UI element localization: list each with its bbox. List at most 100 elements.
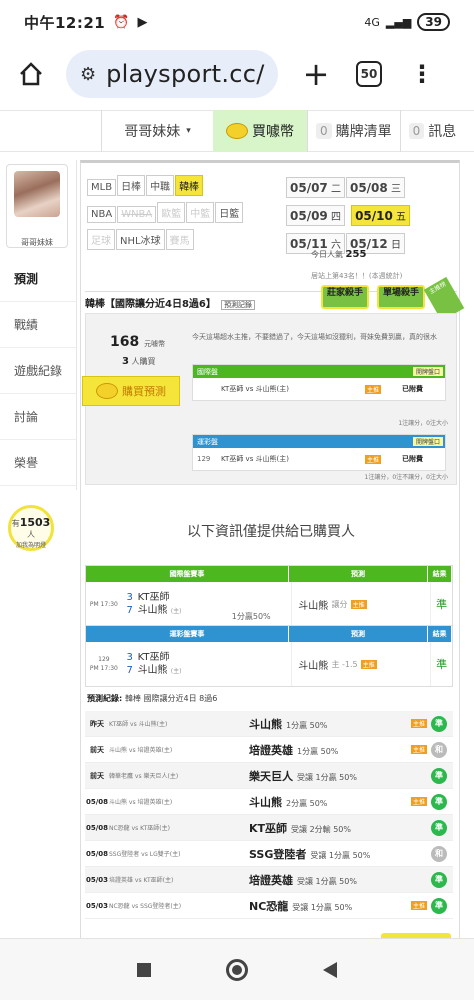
follow-lightbulb[interactable]: 有1503人 加我為明燈	[8, 505, 54, 551]
sidebar-item-predictions[interactable]: 預測	[0, 256, 76, 302]
date-0509[interactable]: 05/09 四	[286, 205, 345, 226]
buy-coins-button[interactable]: 買噱幣	[213, 110, 307, 152]
league-jp-basketball[interactable]: 日籃	[215, 202, 244, 223]
sidebar-item-honors[interactable]: 榮譽	[0, 440, 76, 486]
url-field[interactable]: ⚙ playsport.cc/	[66, 50, 278, 98]
tw-table-header: 運彩盤賽事 預測 結果	[86, 626, 452, 642]
history-game: 斗山熊 vs 培證英雄(主)	[109, 747, 173, 754]
col-pred: 預測	[288, 566, 429, 582]
history-game: NC恐龍 vs SSG登陸者(主)	[109, 903, 182, 910]
pick-cell: 斗山熊 讓分 主推	[291, 582, 430, 626]
user-name: 哥哥妹妹	[124, 124, 181, 140]
history-row[interactable]: 05/08 斗山熊 vs 培證英雄(主) 斗山熊 2分贏 50% 主推準	[85, 789, 453, 815]
message-count: 0	[408, 123, 425, 139]
new-tab-icon[interactable]: +	[298, 55, 334, 93]
history-pick: 斗山熊 1分贏 50%	[249, 716, 409, 732]
home-button-icon[interactable]	[225, 958, 248, 981]
league-horse-racing[interactable]: 賽馬	[165, 229, 194, 250]
messages-link[interactable]: 0 訊息	[399, 110, 465, 152]
col-result: 結果	[428, 566, 452, 582]
home-icon[interactable]	[10, 53, 52, 95]
game-result: 1分贏50%	[231, 612, 271, 621]
league-npb[interactable]: 日棒	[117, 175, 146, 196]
intl-open-button[interactable]: 開牌盤口	[412, 367, 443, 376]
tw-open-button[interactable]: 開牌盤口	[412, 437, 443, 446]
history-row[interactable]: 前天 韓華老鷹 vs 樂天巨人(主) 樂天巨人 受讓 1分贏 50% 準	[85, 763, 453, 789]
record-link[interactable]: 預測記錄	[221, 300, 256, 310]
date-day: 05/10	[355, 209, 393, 223]
top-pick-chip: 主推	[410, 901, 427, 910]
buy-coins-label: 買噱幣	[252, 124, 294, 140]
history-detail: 受讓 1分贏 50%	[297, 772, 357, 782]
history-pick-team: KT巫師	[249, 821, 288, 835]
fans-prefix: 有	[11, 519, 20, 528]
history-result-cell: 準	[429, 715, 449, 732]
menu-icon[interactable]: ⋮	[410, 60, 434, 88]
coin-icon	[96, 383, 118, 399]
recent-apps-icon[interactable]	[137, 962, 152, 977]
buyers-only-notice: 以下資訊僅提供給已購買人	[187, 524, 355, 540]
home-tag: (主)	[170, 607, 182, 615]
history-pick: 培證英雄 1分贏 50%	[249, 742, 409, 758]
history-game: NC恐龍 vs KT巫師(主)	[109, 825, 170, 832]
back-icon[interactable]	[322, 961, 337, 978]
pick-type: 主 -1.5	[331, 659, 358, 669]
popularity-value: 255	[345, 249, 367, 260]
cart-link[interactable]: 0 購牌清單	[307, 110, 400, 152]
league-filter: MLB 日棒 中職 韓棒 NBA WNBA 歐籃 中籃 日籃 足球 NHL冰球 賽馬	[87, 175, 277, 256]
sidebar-item-game-log[interactable]: 遊戲紀錄	[0, 348, 76, 394]
history-result: 準	[431, 871, 447, 888]
league-nba[interactable]: NBA	[87, 206, 117, 223]
game-result	[232, 682, 292, 686]
pick-team: 斗山熊	[298, 660, 329, 672]
date-0507[interactable]: 05/07 二	[286, 177, 345, 198]
history-row[interactable]: 05/08 SSG登陸者 vs LG雙子(主) SSG登陸者 受讓 1分贏 50% 和	[85, 841, 453, 867]
outcome: 準	[430, 642, 452, 686]
tab-switcher-button[interactable]: 50	[356, 61, 382, 87]
buy-prediction-button[interactable]: 購買預測	[82, 376, 180, 406]
league-cba[interactable]: 中籃	[186, 202, 215, 223]
date-weekday: 三	[390, 184, 401, 195]
league-cpbl[interactable]: 中職	[146, 175, 175, 196]
history-row[interactable]: 昨天 KT巫師 vs 斗山熊(主) 斗山熊 1分贏 50% 主推準	[85, 711, 453, 737]
outcome: 準	[430, 582, 452, 626]
history-date: 05/08	[85, 849, 109, 858]
history-row[interactable]: 前天 斗山熊 vs 培證英雄(主) 培證英雄 1分贏 50% 主推和	[85, 737, 453, 763]
home-score: 7	[126, 605, 133, 616]
user-menu[interactable]: 哥哥妹妹 ▾	[101, 110, 213, 152]
top-pick-chip: 主推	[410, 745, 427, 754]
date-0508[interactable]: 05/08 三	[345, 177, 405, 198]
league-nhl[interactable]: NHL冰球	[116, 229, 165, 250]
site-settings-icon[interactable]: ⚙	[80, 64, 96, 85]
teams: KT巫師 斗山熊 (主)	[138, 591, 232, 618]
league-kbo[interactable]: 韓棒	[175, 175, 204, 196]
home-tag: (主)	[170, 667, 182, 675]
alarm-icon: ⏰	[113, 14, 130, 30]
network-icon: 4G	[364, 15, 380, 29]
messages-label: 訊息	[428, 124, 457, 140]
league-soccer[interactable]: 足球	[87, 229, 115, 250]
history-row[interactable]: 05/03 培證英雄 vs KT巫師(主) 培證英雄 受讓 1分贏 50% 準	[85, 867, 453, 893]
history-row[interactable]: 05/08 NC恐龍 vs KT巫師(主) KT巫師 受讓 2分輸 50% 準	[85, 815, 453, 841]
league-euro-basketball[interactable]: 歐籃	[157, 202, 186, 223]
history-pick-team: 樂天巨人	[249, 769, 293, 783]
league-mlb[interactable]: MLB	[87, 179, 117, 196]
top-pick-chip: 主推	[410, 797, 427, 806]
home-score: 7	[126, 665, 133, 676]
league-wnba[interactable]: WNBA	[117, 206, 157, 223]
history-pick-team: 斗山熊	[249, 717, 282, 731]
sidebar-item-record[interactable]: 戰績	[0, 302, 76, 348]
history-row[interactable]: 05/03 NC恐龍 vs SSG登陸者(主) NC恐龍 受讓 1分贏 50% 主推準	[85, 893, 453, 919]
pick-team: 斗山熊	[298, 600, 329, 612]
history-pick-team: NC恐龍	[249, 899, 289, 913]
coin-icon	[226, 123, 248, 139]
profile-sidebar: 哥哥妹妹 預測 戰績 遊戲紀錄 討論 榮譽 有1503人 加我為明燈	[0, 160, 76, 580]
history-detail: 受讓 1分贏 50%	[297, 876, 357, 886]
date-0510[interactable]: 05/10 五	[351, 205, 411, 226]
history-date: 05/08	[85, 797, 109, 806]
sidebar-item-discussion[interactable]: 討論	[0, 394, 76, 440]
date-weekday: 日	[390, 240, 401, 251]
history-result: 和	[431, 845, 447, 862]
profile-card[interactable]: 哥哥妹妹	[6, 164, 68, 248]
game-time-text: PM 17:30	[89, 665, 118, 672]
